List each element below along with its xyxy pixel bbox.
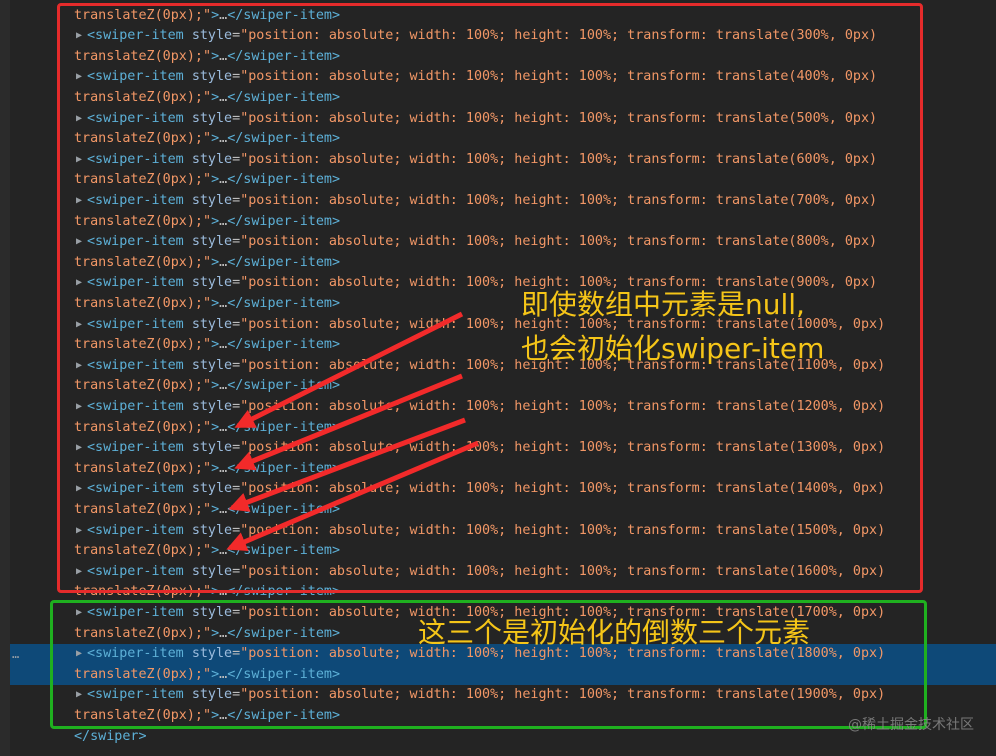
arrow-2 <box>234 373 463 471</box>
red-note-line2: 也会初始化swiper-item <box>521 332 825 365</box>
arrow-1 <box>234 311 464 429</box>
green-note: 这三个是初始化的倒数三个元素 <box>418 616 811 649</box>
watermark: @稀土掘金技术社区 <box>848 717 974 733</box>
red-note-line1: 即使数组中元素是null, <box>521 288 805 321</box>
